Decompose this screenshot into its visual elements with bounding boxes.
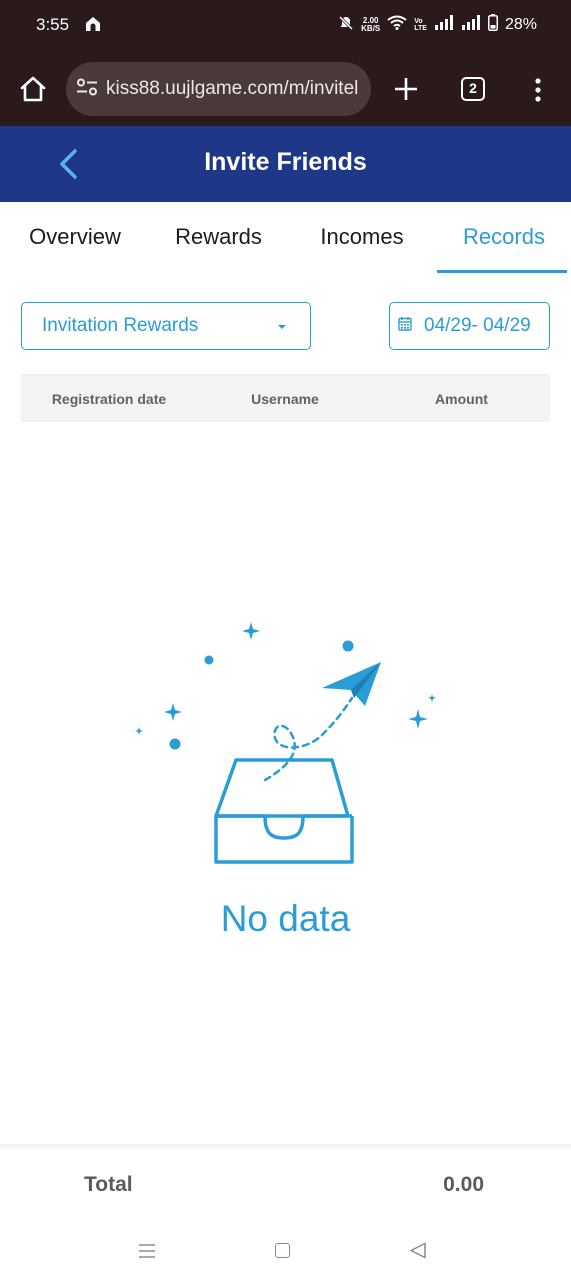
- browser-home-icon[interactable]: [18, 74, 48, 109]
- total-label: Total: [84, 1173, 133, 1196]
- home-notification-icon: [84, 15, 102, 38]
- reward-type-value: Invitation Rewards: [42, 315, 199, 336]
- column-header-amount: Amount: [435, 390, 488, 407]
- tab-incomes[interactable]: Incomes: [287, 202, 437, 272]
- url-text[interactable]: kiss88.uujlgame.com/m/invitel: [106, 78, 358, 100]
- caret-down-icon: [278, 325, 286, 329]
- signal-icon-2: [461, 15, 481, 35]
- system-home-icon[interactable]: [275, 1243, 290, 1258]
- reward-type-select[interactable]: Invitation Rewards: [21, 302, 311, 350]
- records-table-header: Registration date Username Amount: [21, 374, 550, 422]
- tab-records[interactable]: Records: [437, 202, 571, 273]
- date-range-picker[interactable]: 04/29- 04/29: [389, 302, 550, 350]
- mute-icon: [338, 15, 354, 36]
- tab-switcher-button[interactable]: 2: [461, 77, 485, 101]
- tab-bar: Overview Rewards Incomes Records: [0, 202, 571, 273]
- signal-icon-1: [434, 15, 454, 35]
- page-title: Invite Friends: [204, 148, 367, 176]
- column-header-username: Username: [251, 390, 319, 407]
- calendar-icon: [398, 315, 412, 337]
- empty-inbox-illustration: [135, 622, 436, 864]
- battery-icon: [487, 14, 498, 36]
- site-settings-icon[interactable]: [76, 78, 98, 101]
- empty-state-text: No data: [220, 898, 351, 939]
- network-speed: 2.00 KB/S: [361, 16, 381, 33]
- more-menu-icon[interactable]: [534, 78, 542, 107]
- column-header-registration-date: Registration date: [51, 390, 167, 407]
- volte-indicator: Vo LTE: [414, 18, 427, 32]
- status-time: 3:55: [36, 15, 70, 34]
- date-range-value: 04/29- 04/29: [424, 315, 531, 336]
- total-value: 0.00: [443, 1173, 484, 1196]
- app-header: Invite Friends: [0, 126, 571, 202]
- new-tab-icon[interactable]: [393, 76, 419, 107]
- status-bar: 3:55 2.00 KB/S Vo LTE 28%: [0, 0, 571, 52]
- battery-percent: 28%: [504, 16, 537, 33]
- browser-toolbar: kiss88.uujlgame.com/m/invitel 2: [0, 52, 571, 126]
- address-bar[interactable]: kiss88.uujlgame.com/m/invitel: [66, 62, 371, 116]
- system-back-icon[interactable]: [409, 1242, 427, 1264]
- tab-overview[interactable]: Overview: [0, 202, 150, 272]
- tab-rewards[interactable]: Rewards: [150, 202, 287, 272]
- system-nav-bar: [0, 1222, 571, 1280]
- footer-divider: [0, 1144, 571, 1152]
- wifi-icon: [387, 15, 407, 35]
- recents-menu-icon[interactable]: [138, 1243, 156, 1264]
